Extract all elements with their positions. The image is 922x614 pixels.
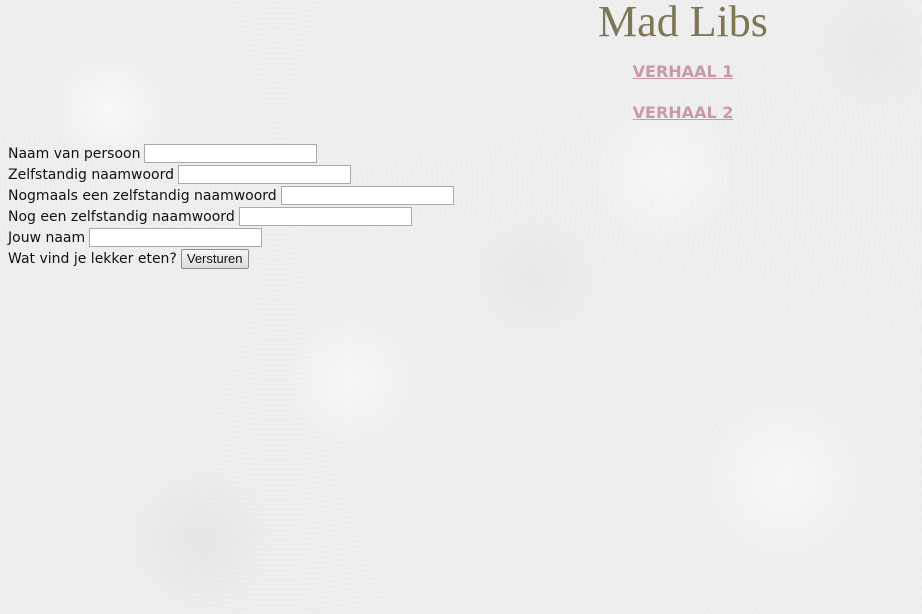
mad-libs-form: Naam van persoon Zelfstandig naamwoord N… [8,143,454,269]
noun-input[interactable] [178,165,352,184]
form-row-submit: Wat vind je lekker eten? Versturen [8,248,454,269]
your-name-input[interactable] [89,228,263,247]
link-verhaal-2[interactable]: VERHAAL 2 [596,103,770,122]
another-noun-input[interactable] [238,207,412,226]
favorite-food-question: Wat vind je lekker eten? [8,250,177,267]
form-row-noun: Zelfstandig naamwoord [8,164,454,185]
person-name-input[interactable] [144,144,318,163]
your-name-label: Jouw naam [8,229,86,246]
another-noun-label: Nog een zelfstandig naamwoord [8,208,235,225]
person-name-label: Naam van persoon [8,145,141,162]
form-row-another-noun: Nog een zelfstandig naamwoord [8,206,454,227]
noun-label: Zelfstandig naamwoord [8,166,175,183]
link-verhaal-1[interactable]: VERHAAL 1 [596,62,770,81]
header: Mad Libs VERHAAL 1 VERHAAL 2 [596,0,770,122]
submit-button[interactable]: Versturen [180,248,249,269]
form-row-noun-again: Nogmaals een zelfstandig naamwoord [8,185,454,206]
page-title: Mad Libs [598,0,768,46]
form-row-person-name: Naam van persoon [8,143,454,164]
noun-again-label: Nogmaals een zelfstandig naamwoord [8,187,277,204]
form-row-your-name: Jouw naam [8,227,454,248]
noun-again-input[interactable] [280,186,454,205]
